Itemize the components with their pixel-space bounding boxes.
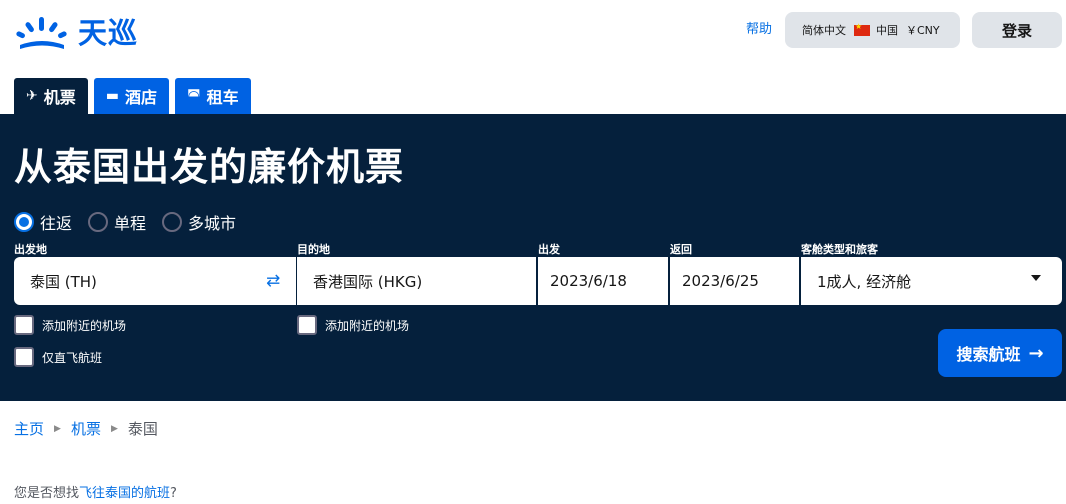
chevron-right-icon: ▶ [54, 423, 61, 434]
search-suggestion: 您是否想找飞往泰国的航班? [14, 482, 177, 501]
sunrise-logo-icon [16, 17, 67, 49]
china-flag-icon [854, 22, 870, 36]
swap-icon[interactable]: ⇄ [266, 271, 280, 291]
checkbox-direct-only[interactable]: 仅直飞航班 [14, 347, 102, 367]
breadcrumb-home[interactable]: 主页 [14, 418, 44, 439]
suggestion-link[interactable]: 飞往泰国的航班 [79, 486, 170, 501]
tab-label: 租车 [206, 88, 239, 107]
currency-label: ￥CNY [906, 24, 940, 37]
depart-date-value: 2023/6/18 [550, 272, 627, 290]
radio-label: 单程 [114, 214, 147, 233]
to-label: 目的地 [297, 243, 330, 256]
destination-value: 香港国际 (HKG) [313, 272, 423, 291]
checkbox-label: 添加附近的机场 [325, 318, 410, 333]
checkbox-icon [14, 315, 34, 335]
destination-input[interactable]: 香港国际 (HKG) [297, 257, 536, 305]
depart-date-input[interactable]: 2023/6/18 [538, 257, 668, 305]
return-date-input[interactable]: 2023/6/25 [670, 257, 799, 305]
brand-name: 天巡 [78, 16, 139, 50]
cabin-travellers-value: 1成人, 经济舱 [817, 272, 912, 291]
radio-round-trip[interactable]: 往返 [14, 210, 72, 234]
login-button[interactable]: 登录 [972, 12, 1062, 48]
radio-unchecked-icon [162, 212, 183, 232]
from-label: 出发地 [14, 243, 47, 256]
tab-label: 酒店 [124, 88, 157, 107]
locale-currency-button[interactable]: 简体中文 中国 ￥CNY [785, 12, 960, 48]
cabin-travellers-select[interactable]: 1成人, 经济舱 [801, 257, 1062, 305]
suggestion-prefix: 您是否想找 [14, 486, 80, 501]
checkbox-icon [14, 347, 34, 367]
breadcrumb-current: 泰国 [127, 420, 158, 438]
checkbox-label: 仅直飞航班 [42, 350, 103, 365]
help-link[interactable]: 帮助 [746, 21, 772, 39]
radio-unchecked-icon [88, 212, 109, 232]
plane-icon: ✈ [26, 88, 38, 104]
checkbox-nearby-origin[interactable]: 添加附近的机场 [14, 315, 126, 335]
tab-hotels[interactable]: ▬ 酒店 [93, 78, 169, 114]
site-header: 天巡 帮助 简体中文 中国 ￥CNY 登录 [0, 0, 1066, 78]
country-label: 中国 [876, 24, 898, 37]
radio-one-way[interactable]: 单程 [88, 210, 146, 234]
breadcrumb: 主页 ▶ 机票 ▶ 泰国 [14, 418, 158, 439]
trip-type-selector: 往返 单程 多城市 [14, 210, 252, 234]
car-icon: ◚ [187, 88, 201, 104]
radio-checked-icon [14, 212, 34, 232]
caret-down-icon [1031, 275, 1041, 281]
search-button-label: 搜索航班 [956, 345, 1021, 364]
return-label: 返回 [670, 243, 692, 256]
checkbox-nearby-destination[interactable]: 添加附近的机场 [297, 315, 409, 335]
chevron-right-icon: ▶ [110, 423, 118, 434]
search-flights-button[interactable]: 搜索航班 → [938, 329, 1062, 377]
origin-value: 泰国 (TH) [30, 272, 97, 291]
tab-label: 机票 [43, 88, 76, 107]
logo[interactable]: 天巡 [14, 14, 138, 52]
flight-search-panel: 从泰国出发的廉价机票 往返 单程 多城市 出发地 目的地 出发 返回 客舱类型和… [0, 114, 1066, 401]
radio-multi-city[interactable]: 多城市 [162, 210, 236, 234]
tab-car-hire[interactable]: ◚ 租车 [175, 78, 251, 114]
language-label: 简体中文 [802, 24, 846, 37]
cabin-label: 客舱类型和旅客 [801, 243, 878, 256]
arrow-right-icon: → [1028, 342, 1044, 364]
page-title: 从泰国出发的廉价机票 [14, 145, 405, 189]
product-tabs: ✈ 机票 ▬ 酒店 ◚ 租车 [14, 78, 257, 114]
breadcrumb-flights[interactable]: 机票 [71, 418, 101, 439]
origin-input[interactable]: 泰国 (TH) [14, 257, 296, 305]
radio-label: 往返 [40, 214, 73, 233]
tab-flights[interactable]: ✈ 机票 [14, 78, 88, 114]
bed-icon: ▬ [105, 88, 119, 104]
depart-label: 出发 [538, 243, 560, 256]
return-date-value: 2023/6/25 [682, 272, 759, 290]
checkbox-icon [297, 315, 317, 335]
checkbox-label: 添加附近的机场 [42, 318, 127, 333]
radio-label: 多城市 [188, 214, 237, 233]
suggestion-suffix: ? [170, 486, 177, 501]
